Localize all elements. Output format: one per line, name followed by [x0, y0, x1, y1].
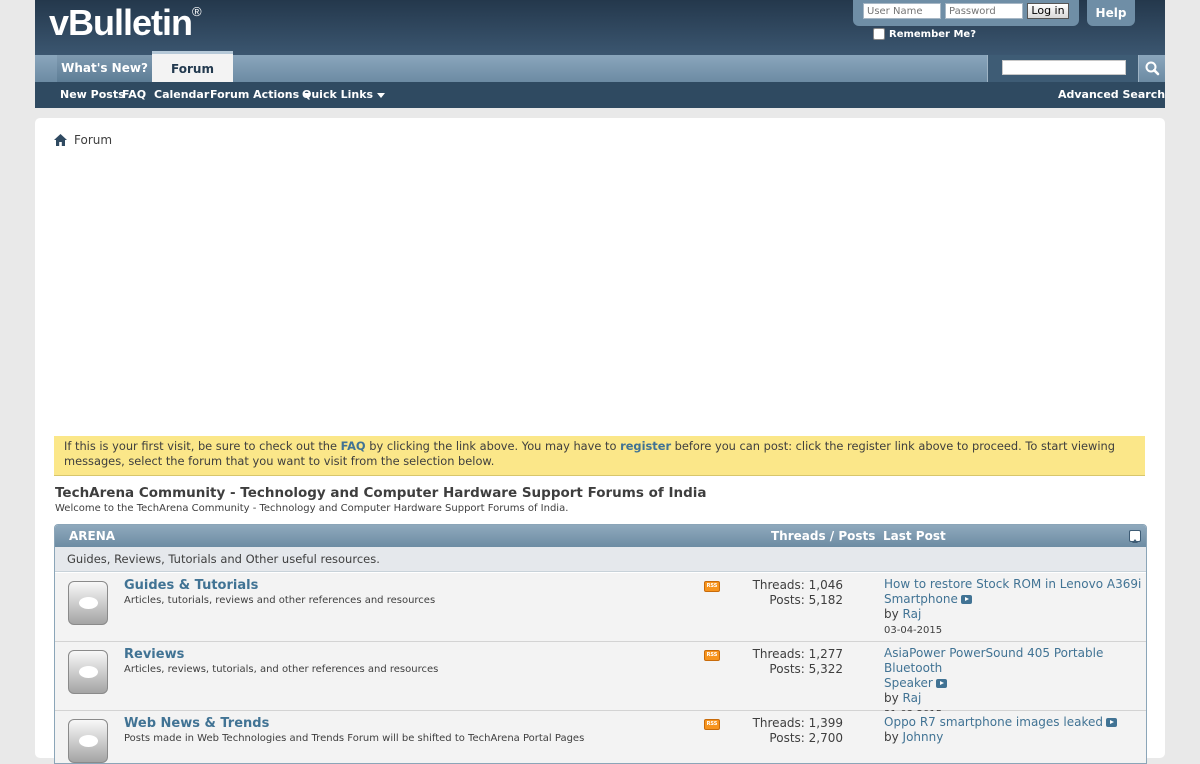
breadcrumb: Forum [54, 132, 112, 148]
forum-title[interactable]: Web News & Trends [124, 716, 269, 731]
remember-me-checkbox[interactable] [873, 28, 885, 40]
community-title: TechArena Community - Technology and Com… [55, 485, 707, 501]
column-last-post: Last Post [883, 529, 946, 543]
login-box: Log in [853, 0, 1079, 26]
home-icon[interactable] [54, 134, 67, 146]
last-post-title[interactable]: Oppo R7 smartphone images leaked [884, 715, 1103, 729]
forum-description: Articles, reviews, tutorials, and other … [124, 664, 439, 675]
last-post-user[interactable]: Raj [903, 691, 922, 705]
forum-posts: Posts: 5,322 [769, 662, 843, 676]
search-icon [1145, 61, 1160, 76]
last-post-by: by Raj [884, 691, 921, 705]
category-header: ARENA Threads / Posts Last Post [55, 525, 1146, 547]
nav-faq[interactable]: FAQ [122, 82, 146, 108]
forum-status-icon [68, 581, 108, 625]
tab-whats-new[interactable]: What's New? [57, 55, 152, 82]
forum-description: Posts made in Web Technologies and Trend… [124, 733, 585, 744]
collapse-icon [1132, 539, 1138, 543]
category-name[interactable]: ARENA [69, 525, 115, 547]
last-post-title-line1: Oppo R7 smartphone images leaked [884, 715, 1103, 729]
username-input[interactable] [863, 3, 941, 19]
breadcrumb-current: Forum [74, 133, 113, 147]
go-to-last-post-icon[interactable] [935, 679, 947, 688]
nav-new-posts[interactable]: New Posts [60, 82, 125, 108]
tab-forum[interactable]: Forum [152, 51, 233, 82]
search-box [987, 55, 1139, 82]
vbulletin-logo[interactable]: vBulletin® [49, 2, 202, 44]
notice-faq-link[interactable]: FAQ [341, 439, 366, 453]
main-panel: Forum If this is your first visit, be su… [35, 118, 1165, 764]
forum-posts: Posts: 5,182 [769, 593, 843, 607]
last-post-by-prefix: by [884, 730, 903, 744]
forum-threads: Threads: 1,399 [752, 716, 843, 730]
nav-quick-links-label: Quick Links [302, 88, 374, 101]
last-post-title[interactable]: How to restore Stock ROM in Lenovo A369i… [884, 577, 1141, 606]
last-post-title-line1: AsiaPower PowerSound 405 Portable Blueto… [884, 646, 1104, 675]
last-post-by: by Johnny [884, 730, 943, 744]
last-post: How to restore Stock ROM in Lenovo A369i… [884, 577, 1142, 638]
go-to-last-post-icon[interactable] [1105, 718, 1117, 727]
last-post-by-prefix: by [884, 607, 903, 621]
last-post-title-line1: How to restore Stock ROM in Lenovo A369i [884, 577, 1142, 591]
search-button[interactable] [1139, 55, 1165, 82]
notice-text-1: If this is your first visit, be sure to … [64, 439, 341, 453]
forum-posts: Posts: 2,700 [769, 731, 843, 745]
welcome-notice: If this is your first visit, be sure to … [54, 436, 1145, 476]
nav-quick-links[interactable]: Quick Links [302, 82, 386, 108]
collapse-button[interactable] [1129, 530, 1141, 543]
nav-calendar[interactable]: Calendar [154, 82, 209, 108]
forum-threads: Threads: 1,277 [752, 647, 843, 661]
remember-me-label: Remember Me? [889, 28, 976, 40]
last-post-user[interactable]: Johnny [903, 730, 944, 744]
rss-icon[interactable]: RSS [704, 581, 720, 592]
forum-description: Articles, tutorials, reviews and other r… [124, 595, 436, 606]
nav-forum-actions[interactable]: Forum Actions [210, 82, 312, 108]
forum-status-icon [68, 650, 108, 694]
login-button[interactable]: Log in [1027, 3, 1069, 19]
last-post-title-line2: Smartphone [884, 592, 958, 606]
logo-registered-mark: ® [192, 4, 202, 19]
forum-row: Reviews Articles, reviews, tutorials, an… [55, 642, 1146, 720]
forum-row: Web News & Trends Posts made in Web Tech… [55, 711, 1146, 763]
last-post-by: by Raj [884, 607, 921, 621]
notice-register-link[interactable]: register [620, 439, 671, 453]
chevron-down-icon [377, 92, 386, 98]
password-input[interactable] [945, 3, 1023, 19]
navbar: New Posts FAQ Calendar Forum Actions Qui… [35, 82, 1165, 108]
last-post-by-prefix: by [884, 691, 903, 705]
forum-row: Guides & Tutorials Articles, tutorials, … [55, 573, 1146, 642]
forum-title[interactable]: Reviews [124, 647, 184, 662]
last-post-title[interactable]: AsiaPower PowerSound 405 Portable Blueto… [884, 646, 1103, 690]
last-post-date: 03-04-2015 [884, 625, 943, 636]
rss-icon[interactable]: RSS [704, 650, 720, 661]
last-post: Oppo R7 smartphone images leaked by John… [884, 715, 1142, 745]
last-post-user[interactable]: Raj [903, 607, 922, 621]
forum-threads: Threads: 1,046 [752, 578, 843, 592]
community-subtitle: Welcome to the TechArena Community - Tec… [55, 503, 569, 514]
header: vBulletin® Log in Remember Me? Help What… [35, 0, 1165, 108]
column-threads-posts: Threads / Posts [771, 529, 876, 543]
forum-status-icon [68, 719, 108, 763]
nav-forum-actions-label: Forum Actions [210, 88, 300, 101]
header-top: vBulletin® Log in Remember Me? Help [35, 0, 1165, 55]
tab-bar: What's New? Forum [35, 51, 1165, 82]
last-post-title-line2: Speaker [884, 676, 933, 690]
rss-icon[interactable]: RSS [704, 719, 720, 730]
help-button[interactable]: Help [1087, 0, 1135, 26]
notice-text-2: by clicking the link above. You may have… [365, 439, 621, 453]
forum-table: ARENA Threads / Posts Last Post Guides, … [54, 524, 1147, 764]
nav-advanced-search[interactable]: Advanced Search [1058, 82, 1165, 108]
category-description: Guides, Reviews, Tutorials and Other use… [55, 547, 1146, 572]
logo-text: vBulletin [49, 2, 193, 43]
search-input[interactable] [1002, 60, 1126, 75]
go-to-last-post-icon[interactable] [960, 595, 972, 604]
remember-me[interactable]: Remember Me? [873, 28, 976, 40]
forum-title[interactable]: Guides & Tutorials [124, 578, 258, 593]
